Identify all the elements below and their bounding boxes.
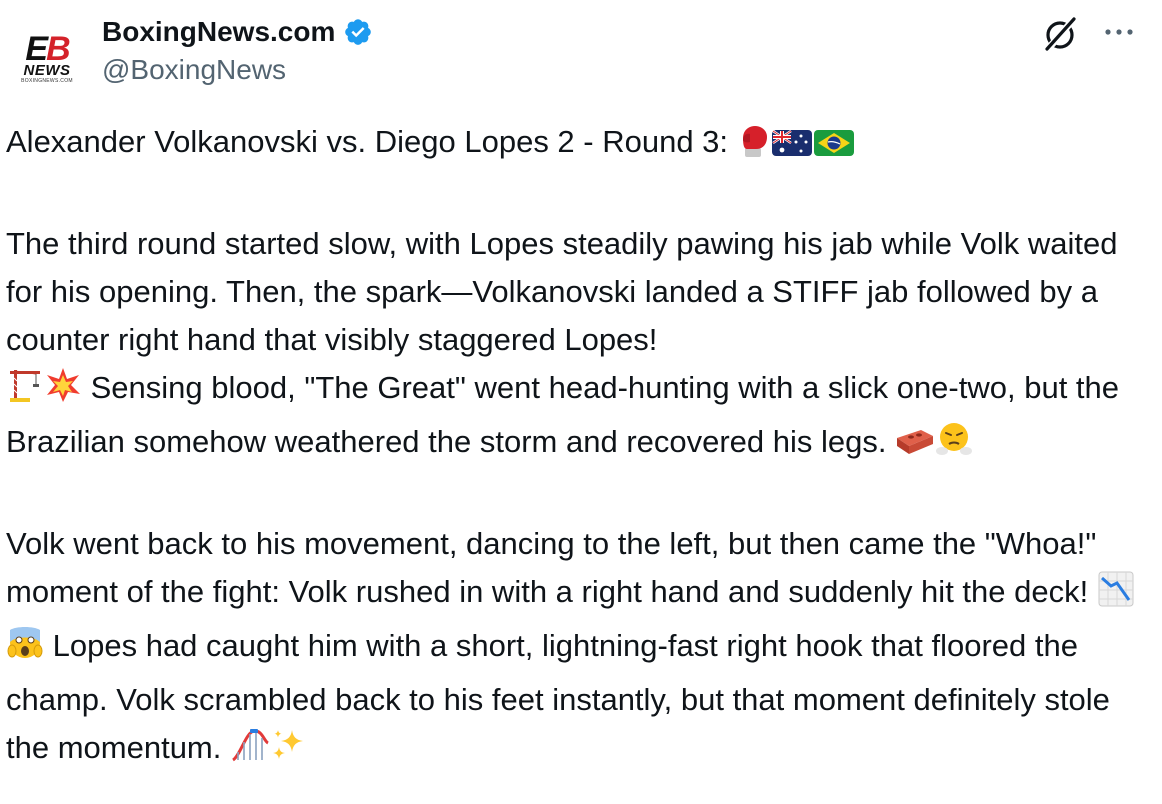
face-with-steam-icon: [935, 420, 973, 472]
avatar-logo-site: BOXINGNEWS.COM: [21, 78, 73, 84]
brick-icon: [895, 424, 935, 472]
avatar-logo-mark: EB: [25, 30, 70, 68]
tweet-paragraph: The third round started slow, with Lopes…: [6, 220, 1156, 472]
tweet-text-segment: Lopes had caught him with a short, light…: [6, 628, 1110, 765]
tweet-paragraph: Volk went back to his movement, dancing …: [6, 520, 1156, 778]
tweet-text-segment: Alexander Volkanovski vs. Diego Lopes 2 …: [6, 124, 729, 159]
roller-coaster-icon: [230, 726, 270, 778]
collision-icon: [44, 366, 82, 418]
verified-badge-icon[interactable]: [343, 17, 373, 47]
tweet-paragraph: Alexander Volkanovski vs. Diego Lopes 2 …: [6, 118, 1156, 172]
avatar[interactable]: EB NEWS BOXINGNEWS.COM: [6, 18, 88, 100]
grok-icon[interactable]: [1040, 16, 1080, 52]
tweet-text-segment: The third round started slow, with Lopes…: [6, 226, 1118, 357]
sparkles-icon: [270, 726, 308, 778]
display-name[interactable]: BoxingNews.com: [102, 16, 335, 48]
face-screaming-icon: [6, 624, 44, 676]
construction-crane-icon: [6, 366, 44, 418]
flag-brazil-icon: [813, 124, 855, 172]
tweet-text-segment: Volk went back to his movement, dancing …: [6, 526, 1097, 609]
author-block: BoxingNews.com @BoxingNews: [102, 12, 373, 86]
flag-australia-icon: [771, 124, 813, 172]
chart-decreasing-icon: [1097, 570, 1135, 622]
tweet-header: EB NEWS BOXINGNEWS.COM BoxingNews.com @B…: [0, 0, 1162, 110]
more-options-icon[interactable]: [1100, 18, 1140, 48]
author-handle[interactable]: @BoxingNews: [102, 54, 373, 86]
display-name-row: BoxingNews.com: [102, 12, 373, 52]
boxing-glove-icon: [737, 124, 771, 172]
tweet-text: Alexander Volkanovski vs. Diego Lopes 2 …: [6, 118, 1156, 778]
